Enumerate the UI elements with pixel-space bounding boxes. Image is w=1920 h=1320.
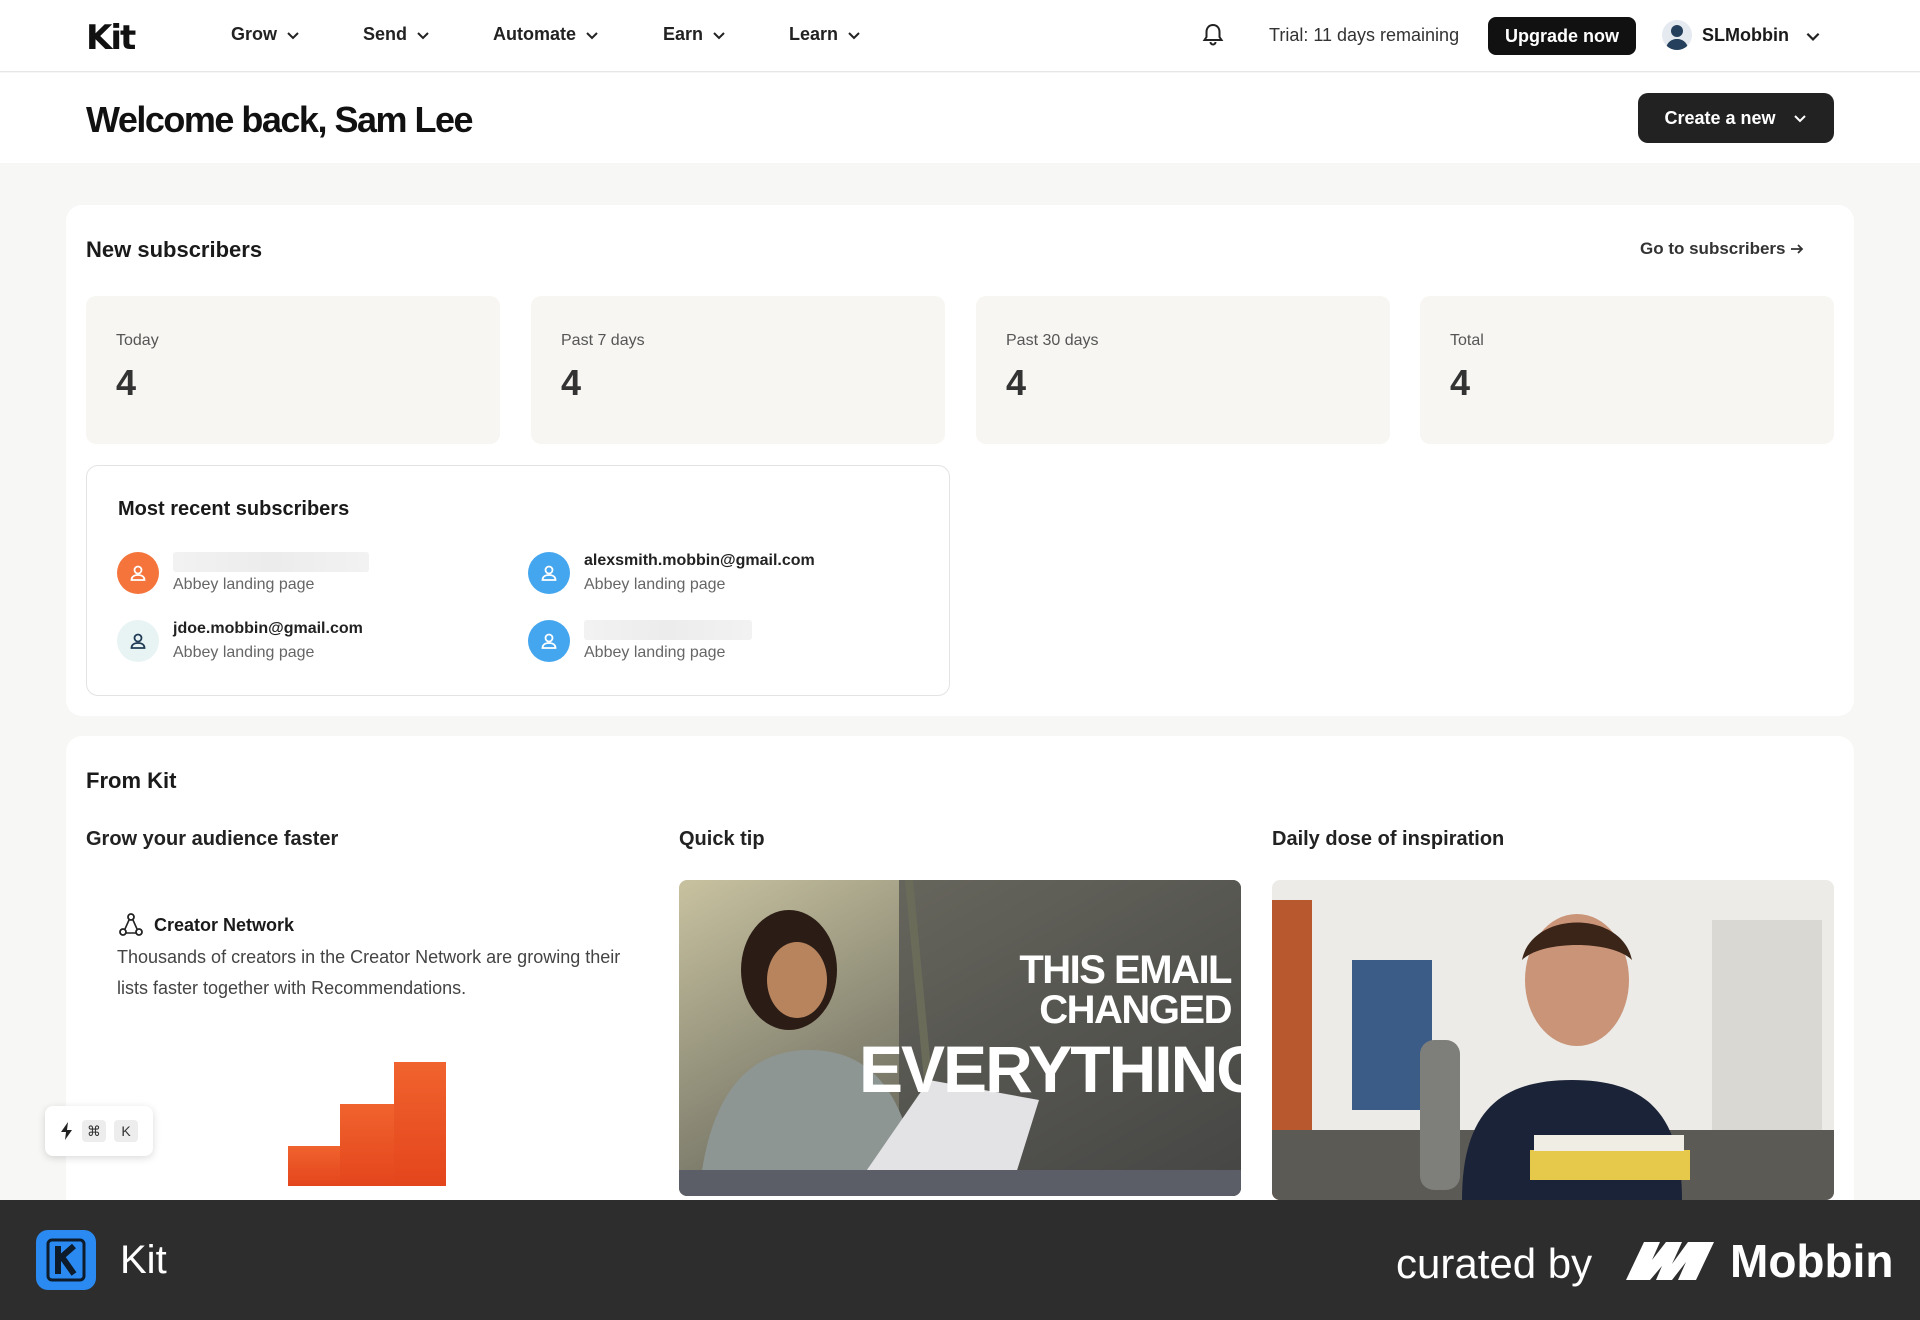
stat-past-30-days: Past 30 days 4 xyxy=(976,296,1390,444)
stat-total: Total 4 xyxy=(1420,296,1834,444)
username[interactable]: SLMobbin xyxy=(1702,25,1789,46)
go-to-subscribers-link[interactable]: Go to subscribers xyxy=(1640,239,1805,259)
user-avatar[interactable] xyxy=(1662,20,1692,50)
stat-past-7-days: Past 7 days 4 xyxy=(531,296,945,444)
nav-earn-label: Earn xyxy=(663,24,704,44)
person-icon xyxy=(541,565,557,581)
list-item[interactable]: alexsmith.mobbin@gmail.com Abbey landing… xyxy=(528,552,815,594)
stat-value: 4 xyxy=(1450,362,1471,403)
nav-grow-label: Grow xyxy=(231,24,278,44)
nav-learn[interactable]: Learn xyxy=(789,24,862,45)
top-navigation: Kit Grow Send Automate Earn Learn Trial:… xyxy=(0,0,1920,72)
kit-app-icon xyxy=(36,1230,96,1290)
stat-value: 4 xyxy=(1006,362,1027,403)
creator-network-label: Creator Network xyxy=(154,914,295,935)
nav-grow[interactable]: Grow xyxy=(231,24,301,45)
chevron-down-icon xyxy=(848,31,860,39)
tip-headline-line2: EVERYTHING xyxy=(859,1032,1241,1106)
tip-headline-line1: THIS EMAIL CHANGED xyxy=(1019,948,1232,1032)
list-item[interactable]: Abbey landing page xyxy=(528,620,752,662)
nav-automate-label: Automate xyxy=(493,24,577,44)
quick-tip-overlay-text: THIS EMAIL CHANGED EVERYTHING xyxy=(859,948,1241,1106)
upgrade-button[interactable]: Upgrade now xyxy=(1488,17,1636,55)
growth-bars-illustration xyxy=(288,1062,446,1186)
person-icon xyxy=(541,633,557,649)
nav-earn[interactable]: Earn xyxy=(663,24,727,45)
nav-automate[interactable]: Automate xyxy=(493,24,600,45)
subscriber-email: jdoe.mobbin@gmail.com xyxy=(173,620,363,637)
subscriber-source: Abbey landing page xyxy=(173,576,315,593)
subscriber-source: Abbey landing page xyxy=(584,576,726,593)
grow-audience-title: Grow your audience faster xyxy=(86,828,339,850)
lightning-icon xyxy=(61,1122,72,1140)
daily-inspiration-title: Daily dose of inspiration xyxy=(1272,828,1505,850)
subscriber-email: alexsmith.mobbin@gmail.com xyxy=(584,552,815,569)
footer-curated-by: curated by xyxy=(1396,1240,1593,1287)
footer-bar: Kit curated by Mobbin xyxy=(0,1200,1920,1320)
footer-app-name: Kit xyxy=(120,1238,167,1282)
stat-label: Total xyxy=(1450,332,1484,349)
trial-status: Trial: 11 days remaining xyxy=(1269,25,1460,45)
new-subscribers-title: New subscribers xyxy=(86,237,263,262)
daily-inspiration-video-thumbnail[interactable] xyxy=(1272,880,1834,1200)
k-key: K xyxy=(114,1120,138,1142)
stat-label: Past 7 days xyxy=(561,332,645,349)
stat-label: Past 30 days xyxy=(1006,332,1099,349)
nav-learn-label: Learn xyxy=(789,24,839,44)
welcome-header: Welcome back, Sam Lee Create a new xyxy=(0,73,1920,163)
creator-network-description: Thousands of creators in the Creator Net… xyxy=(117,947,621,998)
chevron-down-icon xyxy=(586,31,598,39)
subscriber-source: Abbey landing page xyxy=(584,644,726,661)
daily-inspiration-image xyxy=(1272,880,1834,1200)
quick-tip-title: Quick tip xyxy=(679,828,765,850)
recent-subscribers-title: Most recent subscribers xyxy=(118,498,350,520)
stat-value: 4 xyxy=(116,362,137,403)
chevron-down-icon xyxy=(1793,115,1806,123)
chevron-down-icon xyxy=(417,31,429,39)
subscriber-source: Abbey landing page xyxy=(173,644,315,661)
page-title: Welcome back, Sam Lee xyxy=(86,99,474,140)
subscriber-avatar xyxy=(117,620,159,662)
redacted-email xyxy=(584,620,752,640)
user-avatar-icon xyxy=(1666,25,1688,50)
from-kit-title: From Kit xyxy=(86,768,177,793)
command-key: ⌘ xyxy=(82,1120,106,1142)
nav-send-label: Send xyxy=(363,24,408,44)
quick-tip-video-thumbnail[interactable]: THIS EMAIL CHANGED EVERYTHING xyxy=(679,880,1241,1196)
stat-label: Today xyxy=(116,332,159,349)
command-palette-shortcut[interactable]: ⌘ K xyxy=(45,1106,153,1156)
creator-network-link[interactable]: Creator Network xyxy=(118,912,294,938)
kit-logo[interactable]: Kit xyxy=(86,18,136,58)
network-icon xyxy=(119,913,143,936)
subscriber-avatar xyxy=(528,552,570,594)
redacted-email xyxy=(173,552,369,572)
chevron-down-icon[interactable] xyxy=(1804,27,1822,45)
nav-send[interactable]: Send xyxy=(363,24,431,45)
list-item[interactable]: jdoe.mobbin@gmail.com Abbey landing page xyxy=(117,620,363,662)
stat-value: 4 xyxy=(561,362,582,403)
footer-mobbin-brand: Mobbin xyxy=(1730,1235,1894,1287)
chevron-down-icon xyxy=(713,31,725,39)
subscriber-avatar xyxy=(117,552,159,594)
create-new-button[interactable]: Create a new xyxy=(1638,93,1834,143)
create-new-label: Create a new xyxy=(1664,107,1776,128)
stat-today: Today 4 xyxy=(86,296,500,444)
chevron-down-icon xyxy=(287,31,299,39)
notification-bell-icon[interactable] xyxy=(1198,20,1228,50)
most-recent-subscribers: Most recent subscribers Abbey landing pa… xyxy=(86,465,950,696)
list-item[interactable]: Abbey landing page xyxy=(117,552,369,594)
arrow-right-icon xyxy=(1791,244,1804,254)
mobbin-logo-icon xyxy=(1626,1242,1714,1280)
person-icon xyxy=(130,565,146,581)
person-icon xyxy=(130,633,146,649)
subscriber-avatar xyxy=(528,620,570,662)
go-to-subscribers-label: Go to subscribers xyxy=(1640,239,1786,258)
kit-k-icon xyxy=(46,1238,86,1282)
